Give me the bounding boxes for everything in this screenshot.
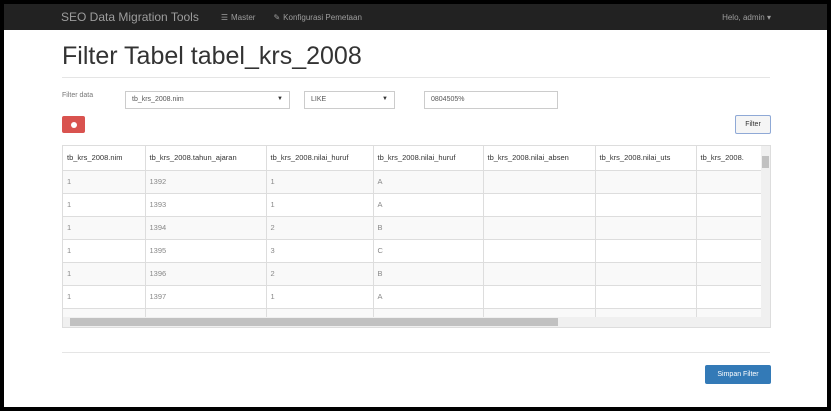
table-cell: [696, 284, 767, 308]
table-cell: [595, 284, 697, 308]
navbar: SEO Data Migration Tools ☰ Master ✎ Konfig…: [4, 4, 827, 30]
table-cell: [483, 192, 596, 216]
column-header: tb_krs_2008.nim: [63, 146, 146, 171]
table-cell: B: [373, 215, 484, 239]
table-cell: A: [373, 192, 484, 216]
divider: [62, 77, 770, 78]
table-cell: 1: [63, 261, 146, 285]
filter-label: Filter data: [62, 92, 94, 99]
table-row: 1 1394 2 B: [63, 215, 767, 239]
caret-down-icon: ▼: [277, 96, 283, 102]
table-cell: 1: [63, 215, 146, 239]
column-header: tb_krs_2008.nilai_uts: [595, 146, 697, 171]
table-cell: [483, 215, 596, 239]
field-select[interactable]: tb_krs_2008.nim ▼: [125, 91, 290, 109]
vertical-scrollbar[interactable]: [761, 146, 770, 318]
app-window: SEO Data Migration Tools ☰ Master ✎ Konfig…: [4, 4, 827, 407]
table-cell: 2: [266, 261, 374, 285]
table-cell: 1396: [145, 261, 267, 285]
user-menu[interactable]: Helo, admin ▾: [722, 13, 771, 22]
table-cell: 1392: [145, 169, 267, 193]
table-cell: 1: [63, 192, 146, 216]
filter-button[interactable]: Filter: [735, 115, 771, 134]
data-table: tb_krs_2008.nim tb_krs_2008.tahun_ajaran t…: [62, 145, 771, 328]
table-cell: [696, 192, 767, 216]
table-row: 1 1392 1 A: [63, 169, 767, 193]
table-cell: 1: [63, 238, 146, 262]
table-row: 1 1396 2 B: [63, 261, 767, 285]
table-cell: [595, 169, 697, 193]
table-cell: 2: [266, 215, 374, 239]
operator-select[interactable]: LIKE ▼: [304, 91, 395, 109]
table-cell: 1397: [145, 284, 267, 308]
caret-down-icon: ▾: [766, 12, 771, 22]
table-cell: 1: [63, 284, 146, 308]
table-cell: [483, 261, 596, 285]
table-cell: [696, 215, 767, 239]
table-cell: 1: [266, 192, 374, 216]
table-cell: [483, 169, 596, 193]
table-cell: [595, 261, 697, 285]
filter-value-input[interactable]: 0804505%: [424, 91, 558, 109]
column-header: tb_krs_2008.nilai_absen: [483, 146, 596, 171]
table-cell: 1: [266, 169, 374, 193]
list-icon: ☰: [220, 12, 229, 22]
wrench-icon: ✎: [273, 12, 281, 22]
table-cell: [595, 192, 697, 216]
table-cell: C: [373, 238, 484, 262]
column-header: tb_krs_2008.: [696, 146, 767, 171]
horizontal-scrollbar[interactable]: [63, 317, 770, 327]
table-cell: A: [373, 284, 484, 308]
table-cell: 1: [266, 284, 374, 308]
table-cell: 1393: [145, 192, 267, 216]
table-cell: [696, 261, 767, 285]
table-row: 1 1393 1 A: [63, 192, 767, 216]
nav-konfigurasi[interactable]: ✎ Konfigurasi Pemetaan: [273, 13, 361, 22]
brand-link[interactable]: SEO Data Migration Tools: [61, 10, 199, 24]
column-header: tb_krs_2008.tahun_ajaran: [145, 146, 267, 171]
column-header: tb_krs_2008.nilai_huruf: [266, 146, 374, 171]
circle-icon: [70, 121, 77, 128]
table-cell: A: [373, 169, 484, 193]
save-filter-button[interactable]: Simpan Filter: [705, 365, 771, 384]
table-cell: 3: [266, 238, 374, 262]
table-cell: [483, 284, 596, 308]
table-row: 1 1397 1 A: [63, 284, 767, 308]
table-cell: 1395: [145, 238, 267, 262]
table-cell: B: [373, 261, 484, 285]
remove-filter-button[interactable]: [62, 116, 85, 133]
page-title: Filter Tabel tabel_krs_2008: [62, 42, 362, 70]
table-row: 1 1395 3 C: [63, 238, 767, 262]
table-cell: [595, 238, 697, 262]
table-cell: [696, 238, 767, 262]
table-cell: [595, 215, 697, 239]
nav-master[interactable]: ☰ Master: [221, 13, 256, 22]
table-cell: 1394: [145, 215, 267, 239]
table-cell: 1: [63, 169, 146, 193]
caret-down-icon: ▼: [382, 96, 388, 102]
divider: [62, 352, 770, 353]
table-cell: [696, 169, 767, 193]
column-header: tb_krs_2008.nilai_huruf: [373, 146, 484, 171]
table-cell: [483, 238, 596, 262]
